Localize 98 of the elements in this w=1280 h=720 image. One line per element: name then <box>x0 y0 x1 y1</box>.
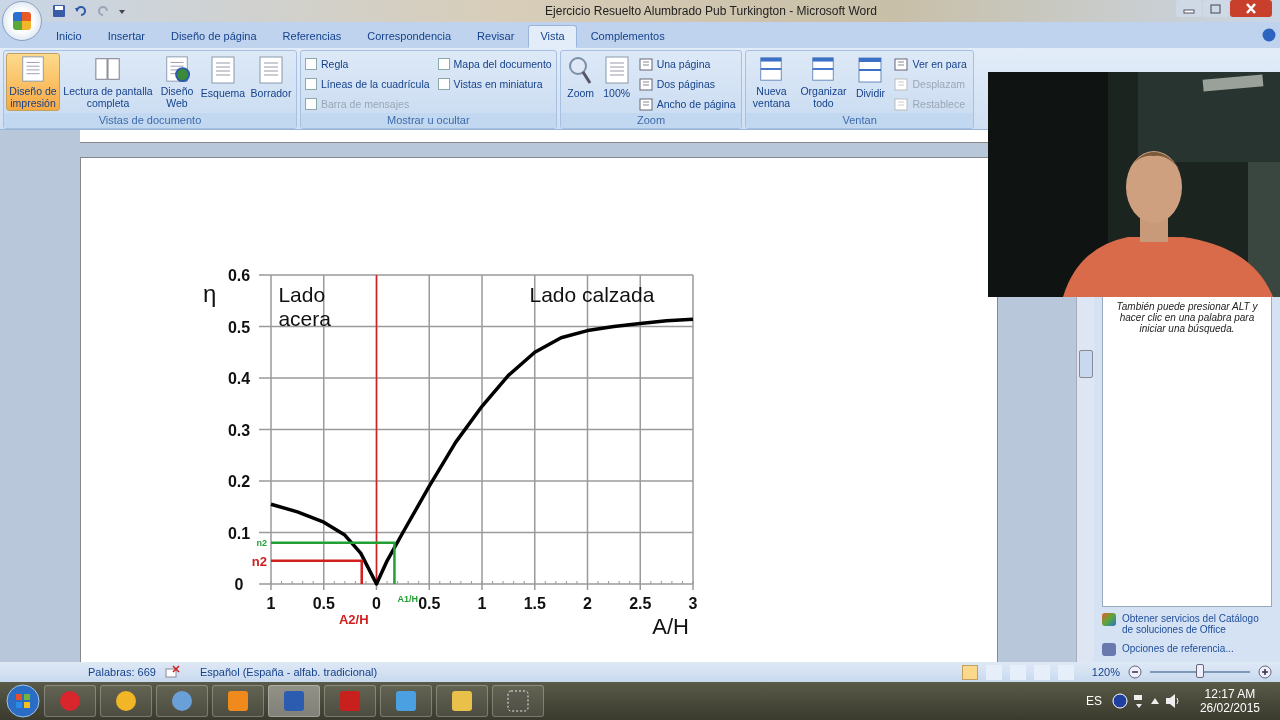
group-label: Vistas de documento <box>4 113 296 128</box>
guide-label: A1/H <box>397 594 418 604</box>
task-pane-link[interactable]: Opciones de referencia... <box>1102 643 1272 656</box>
zoom-level[interactable]: 120% <box>1091 666 1120 678</box>
axis-tick-label: 0.4 <box>227 370 251 387</box>
dashed-square-icon <box>505 688 531 714</box>
circle-icon <box>57 688 83 714</box>
checkbox-option[interactable]: Mapa del documento <box>437 54 552 74</box>
page-icon <box>638 57 653 71</box>
axis-tick-label: 0.5 <box>312 595 335 612</box>
ribbon-small-button[interactable]: Dos páginas <box>636 74 738 94</box>
clock[interactable]: 12:17 AM 26/02/2015 <box>1199 687 1260 715</box>
taskbar-button[interactable] <box>100 685 152 717</box>
ribbon-button[interactable]: Esquema <box>200 53 246 111</box>
axis-tick-label: 3 <box>688 595 698 612</box>
page-icon <box>894 57 909 71</box>
page-icon <box>638 97 653 111</box>
axis-tick-label: 0.5 <box>418 595 441 612</box>
chart-annotation: Lado acera <box>278 282 331 330</box>
caret-icon[interactable] <box>1149 697 1160 705</box>
guide-label: n2 <box>251 553 267 569</box>
help-icon[interactable] <box>1111 693 1128 709</box>
ribbon-button[interactable]: Zoom <box>562 53 599 111</box>
axis-tick-label: 0.2 <box>227 473 251 490</box>
axis-title: A/H <box>652 614 689 639</box>
ribbon-small-button[interactable]: Una página <box>636 54 738 74</box>
window-title: Ejercicio Resuelto Alumbrado Pub Turkington - Microsoft Word <box>544 4 878 18</box>
ribbon-tab[interactable]: Referencias <box>270 25 354 48</box>
axis-tick-label: 0.5 <box>227 318 251 336</box>
undo-icon[interactable] <box>74 4 88 18</box>
task-pane-link[interactable]: Obtener servicios del Catálogo de soluciones de Office <box>1102 613 1272 635</box>
axis-tick-label: 1 <box>477 595 487 612</box>
axis-tick-label: 1.5 <box>523 595 546 612</box>
zoom-out-icon[interactable] <box>1128 665 1142 679</box>
ribbon-tab[interactable]: Inicio <box>44 25 94 48</box>
ribbon-tab[interactable]: Correspondencia <box>355 25 464 48</box>
ribbon-button[interactable]: Diseño de impresión <box>6 53 60 111</box>
ribbon-tab[interactable]: Revisar <box>465 25 527 48</box>
ribbon-tab[interactable]: Vista <box>528 25 577 48</box>
close-icon[interactable] <box>1230 0 1272 17</box>
help-text: También puede presionar ALT y hacer clic en una palabra para iniciar una búsqueda. <box>1115 301 1259 334</box>
ribbon-small-button[interactable]: Ver en para <box>892 54 969 74</box>
help-icon[interactable] <box>1262 28 1276 42</box>
start-button[interactable] <box>6 684 40 718</box>
checkbox-option[interactable]: Vistas en miniatura <box>437 74 552 94</box>
ribbon-tab[interactable]: Diseño de página <box>159 25 269 48</box>
ribbon-button[interactable]: Diseño Web <box>156 53 198 111</box>
language-status[interactable]: Español (España - alfab. tradicional) <box>199 666 378 678</box>
ribbon-tab[interactable]: Complementos <box>578 25 677 48</box>
zoom-slider-thumb[interactable] <box>1196 664 1204 678</box>
group-label: Ventan <box>746 113 973 128</box>
group-label: Mostrar u ocultar <box>301 113 556 128</box>
checkbox-option[interactable]: Líneas de la cuadrícula <box>305 74 430 94</box>
restore-icon[interactable] <box>1203 0 1229 17</box>
taskbar-button[interactable] <box>268 685 320 717</box>
input-language[interactable]: ES <box>1085 694 1102 708</box>
circle-icon <box>113 688 139 714</box>
ribbon-button[interactable]: Dividir <box>852 53 889 111</box>
word-count: Palabras: 669 <box>88 666 156 678</box>
ribbon-button[interactable]: Borrador <box>248 53 294 111</box>
ribbon-button[interactable]: 100% <box>600 53 633 111</box>
ribbon-small-button[interactable]: Ancho de página <box>636 94 738 114</box>
page-icon <box>894 77 909 91</box>
axis-tick-label: 2.5 <box>629 595 652 612</box>
taskbar-button[interactable] <box>492 685 544 717</box>
chart-annotation: Lado calzada <box>529 282 655 306</box>
guide-label: A2/H <box>338 612 369 627</box>
page-icon <box>638 77 653 91</box>
axis-tick-label: 2 <box>583 595 592 612</box>
axis-tick-label: 0.3 <box>227 421 251 439</box>
axis-tick-label: 0 <box>234 576 244 593</box>
axis-tick-label: 0.6 <box>227 267 251 284</box>
taskbar-button[interactable] <box>156 685 208 717</box>
ribbon-tab[interactable]: Insertar <box>95 25 157 48</box>
taskbar-button[interactable] <box>324 685 376 717</box>
axis-tick-label: 0 <box>372 595 381 612</box>
ribbon-button[interactable]: Organizar todo <box>796 53 851 111</box>
page-icon <box>894 97 909 111</box>
zoom-in-icon[interactable] <box>1258 665 1272 679</box>
axis-tick-label: 0.1 <box>227 524 251 542</box>
axis-tick-label: 1 <box>266 595 276 612</box>
proofing-icon[interactable] <box>163 665 180 679</box>
group-label: Zoom <box>560 113 742 128</box>
speaker-icon[interactable] <box>1163 693 1182 709</box>
scrollbar-thumb[interactable] <box>1079 350 1093 378</box>
taskbar-button[interactable] <box>436 685 488 717</box>
view-button[interactable] <box>961 664 978 680</box>
minimize-icon[interactable] <box>1176 0 1202 17</box>
dropdown-icon[interactable] <box>118 7 126 15</box>
taskbar-button[interactable] <box>380 685 432 717</box>
ribbon-button[interactable]: Lectura de pantalla completa <box>62 53 154 111</box>
axis-title: η <box>203 280 217 307</box>
taskbar-button[interactable] <box>212 685 264 717</box>
checkbox-option[interactable]: Regla <box>305 54 430 74</box>
ribbon-button[interactable]: Nueva ventana <box>748 53 795 111</box>
guide-label: n2 <box>256 537 267 548</box>
save-icon[interactable] <box>52 4 66 18</box>
office-button[interactable] <box>2 1 42 41</box>
